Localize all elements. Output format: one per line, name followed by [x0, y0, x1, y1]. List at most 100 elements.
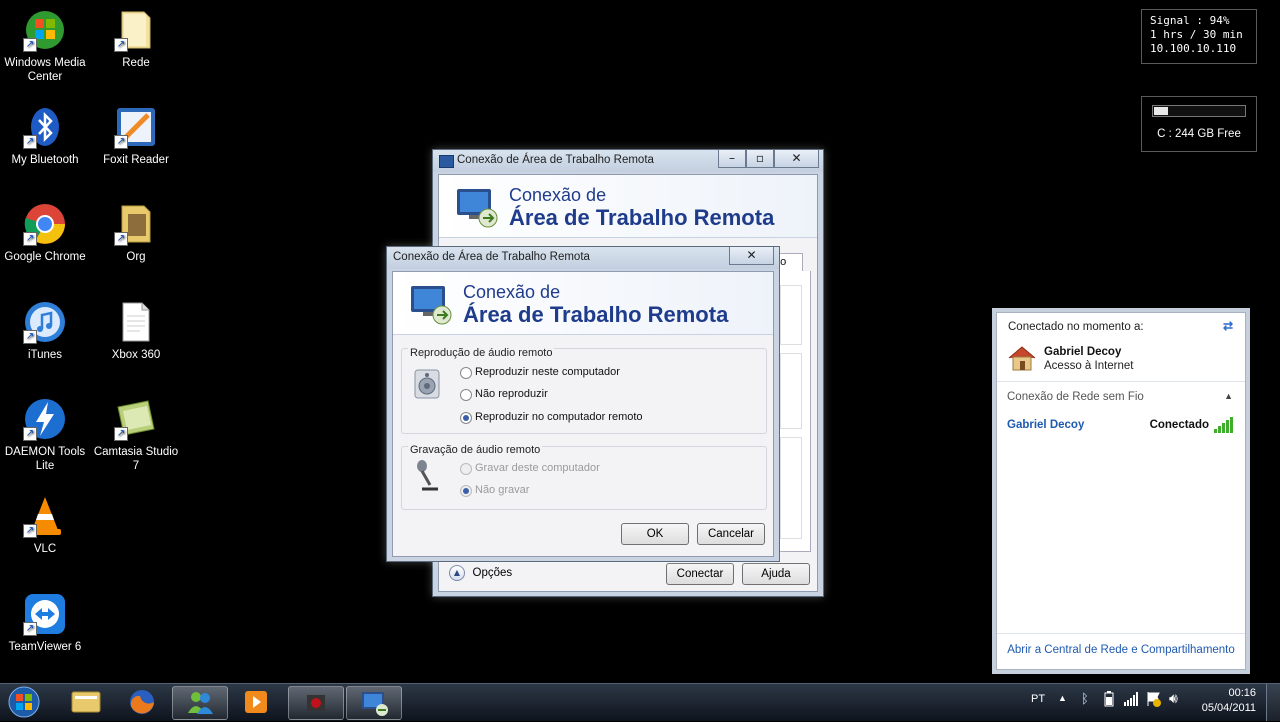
desktop-icon-label: Xbox 360 — [111, 349, 161, 361]
taskbar-remote-desktop[interactable] — [346, 686, 402, 720]
desktop-icon-daemon-tools[interactable]: ↗ DAEMON Tools Lite — [0, 397, 90, 473]
minimize-button[interactable]: – — [718, 150, 746, 168]
banner-title-line1: Conexão de — [509, 185, 607, 205]
radio-play-remote-label[interactable]: Reproduzir no computador remoto — [475, 411, 643, 423]
current-network-access: Acesso à Internet — [1044, 360, 1134, 372]
flyout-header: Conectado no momento a: — [1008, 321, 1144, 333]
ip-address-text: 10.100.10.110 — [1150, 42, 1237, 55]
network-folder-icon: ↗ — [114, 8, 158, 52]
taskbar-messenger[interactable] — [172, 686, 228, 720]
wifi-network-item[interactable]: Gabriel Decoy Conectado — [1003, 413, 1239, 433]
panel-group-3 — [780, 437, 802, 539]
radio-no-record[interactable] — [460, 485, 472, 497]
close-button[interactable]: ✕ — [774, 150, 819, 168]
clock-date[interactable]: 05/04/2011 — [1196, 702, 1256, 714]
ok-button[interactable]: OK — [621, 523, 689, 545]
folder-icon: ↗ — [114, 202, 158, 246]
desktop-icon-xbox-360[interactable]: Xbox 360 — [91, 300, 181, 362]
cancel-button[interactable]: Cancelar — [697, 523, 765, 545]
playback-group-title: Reprodução de áudio remoto — [408, 347, 555, 359]
desktop-icon-label: Windows Media Center — [4, 57, 86, 83]
desktop-icon-org[interactable]: ↗ Org — [91, 202, 181, 264]
remote-desktop-icon — [409, 282, 453, 329]
signal-text: Signal : 94% — [1150, 14, 1230, 27]
show-hidden-icons[interactable]: ▲ — [1058, 693, 1067, 703]
dialog-title: Conexão de Área de Trabalho Remota — [393, 251, 590, 263]
action-center-icon[interactable] — [1146, 691, 1162, 710]
desktop-icon-label: Rede — [122, 57, 150, 69]
desktop-icon-my-bluetooth[interactable]: ↗ My Bluetooth — [0, 105, 90, 167]
dialog-close-button[interactable]: ✕ — [729, 247, 774, 265]
chevron-up-icon[interactable]: ▲ — [1224, 391, 1233, 401]
network-meter-gadget[interactable]: Signal : 94% 1 hrs / 30 min 10.100.10.11… — [1141, 9, 1257, 64]
chrome-icon: ↗ — [23, 202, 67, 246]
rdp-app-icon — [439, 155, 454, 168]
file-explorer-icon — [71, 691, 101, 713]
foxit-reader-icon: ↗ — [114, 105, 158, 149]
remote-desktop-icon — [362, 692, 388, 716]
radio-play-local[interactable] — [460, 367, 472, 379]
desktop-icon-windows-media-center[interactable]: ↗ Windows Media Center — [0, 8, 90, 84]
wifi-network-status: Conectado — [1149, 419, 1209, 431]
radio-record-local-label[interactable]: Gravar deste computador — [475, 462, 600, 474]
desktop-icon-foxit-reader[interactable]: ↗ Foxit Reader — [91, 105, 181, 167]
taskbar-media-player[interactable] — [229, 686, 283, 718]
wifi-network-name: Gabriel Decoy — [1007, 419, 1085, 431]
microphone-icon — [412, 459, 442, 496]
window-title: Conexão de Área de Trabalho Remota — [457, 154, 654, 166]
radio-record-local[interactable] — [460, 463, 472, 475]
desktop-icon-label: Google Chrome — [4, 251, 86, 263]
desktop-icon-label: My Bluetooth — [11, 154, 79, 166]
maximize-button[interactable]: ▫ — [746, 150, 774, 168]
desktop-icon-vlc[interactable]: ↗ VLC — [0, 494, 90, 556]
banner-title-line1: Conexão de — [463, 282, 561, 302]
taskbar-recorder[interactable] — [288, 686, 344, 720]
battery-tray-icon[interactable] — [1103, 691, 1115, 710]
radio-play-local-label[interactable]: Reproduzir neste computador — [475, 366, 620, 378]
radio-play-remote[interactable] — [460, 412, 472, 424]
language-indicator[interactable]: PT — [1031, 693, 1045, 705]
taskbar-firefox[interactable] — [115, 686, 169, 718]
rdp-main-banner: Conexão de Área de Trabalho Remota — [439, 175, 817, 238]
radio-no-play[interactable] — [460, 389, 472, 401]
recording-group-title: Gravação de áudio remoto — [408, 444, 543, 456]
radio-no-record-label[interactable]: Não gravar — [475, 484, 529, 496]
wireless-section-title[interactable]: Conexão de Rede sem Fio — [1007, 391, 1144, 403]
taskbar-explorer[interactable] — [59, 686, 113, 718]
desktop-icon-itunes[interactable]: ↗ iTunes — [0, 300, 90, 362]
media-player-icon — [245, 691, 267, 713]
teamviewer-icon: ↗ — [23, 592, 67, 636]
flyout-footer-divider — [997, 633, 1245, 634]
desktop-icon-label: VLC — [33, 543, 57, 555]
drive-usage-bar — [1152, 105, 1246, 117]
speaker-icon — [414, 369, 440, 402]
desktop-icon-camtasia[interactable]: ↗ Camtasia Studio 7 — [91, 397, 181, 473]
connect-button[interactable]: Conectar — [666, 563, 734, 585]
options-toggle[interactable]: ▲ Opções — [449, 565, 512, 583]
panel-group-2 — [780, 353, 802, 429]
desktop-icon-label: Foxit Reader — [103, 154, 169, 166]
chevron-up-icon: ▲ — [449, 565, 465, 581]
volume-tray-icon[interactable]: 🔊︎ — [1169, 690, 1178, 707]
dialog-titlebar[interactable]: Conexão de Área de Trabalho Remota — [387, 247, 779, 269]
desktop-icon-label: Org — [126, 251, 146, 263]
network-center-link[interactable]: Abrir a Central de Rede e Compartilhamen… — [997, 644, 1245, 656]
bluetooth-tray-icon[interactable]: ᛒ — [1081, 691, 1089, 706]
radio-no-play-label[interactable]: Não reproduzir — [475, 388, 548, 400]
help-button[interactable]: Ajuda — [742, 563, 810, 585]
start-button[interactable] — [6, 685, 42, 719]
desktop-icon-rede[interactable]: ↗ Rede — [91, 8, 181, 70]
drive-usage-fill — [1154, 107, 1168, 115]
desktop-icon-google-chrome[interactable]: ↗ Google Chrome — [0, 202, 90, 264]
panel-group-1 — [780, 285, 802, 345]
wifi-tray-icon[interactable] — [1124, 692, 1140, 709]
refresh-icon[interactable]: ⇄ — [1223, 319, 1233, 333]
drive-meter-gadget[interactable]: C : 244 GB Free — [1141, 96, 1257, 152]
bluetooth-icon: ↗ — [23, 105, 67, 149]
desktop-icon-teamviewer[interactable]: ↗ TeamViewer 6 — [0, 592, 90, 654]
clock-time[interactable]: 00:16 — [1200, 687, 1256, 699]
show-desktop-button[interactable] — [1266, 684, 1280, 721]
messenger-icon — [188, 692, 213, 714]
flyout-divider — [997, 381, 1245, 382]
remote-desktop-icon — [455, 185, 499, 232]
